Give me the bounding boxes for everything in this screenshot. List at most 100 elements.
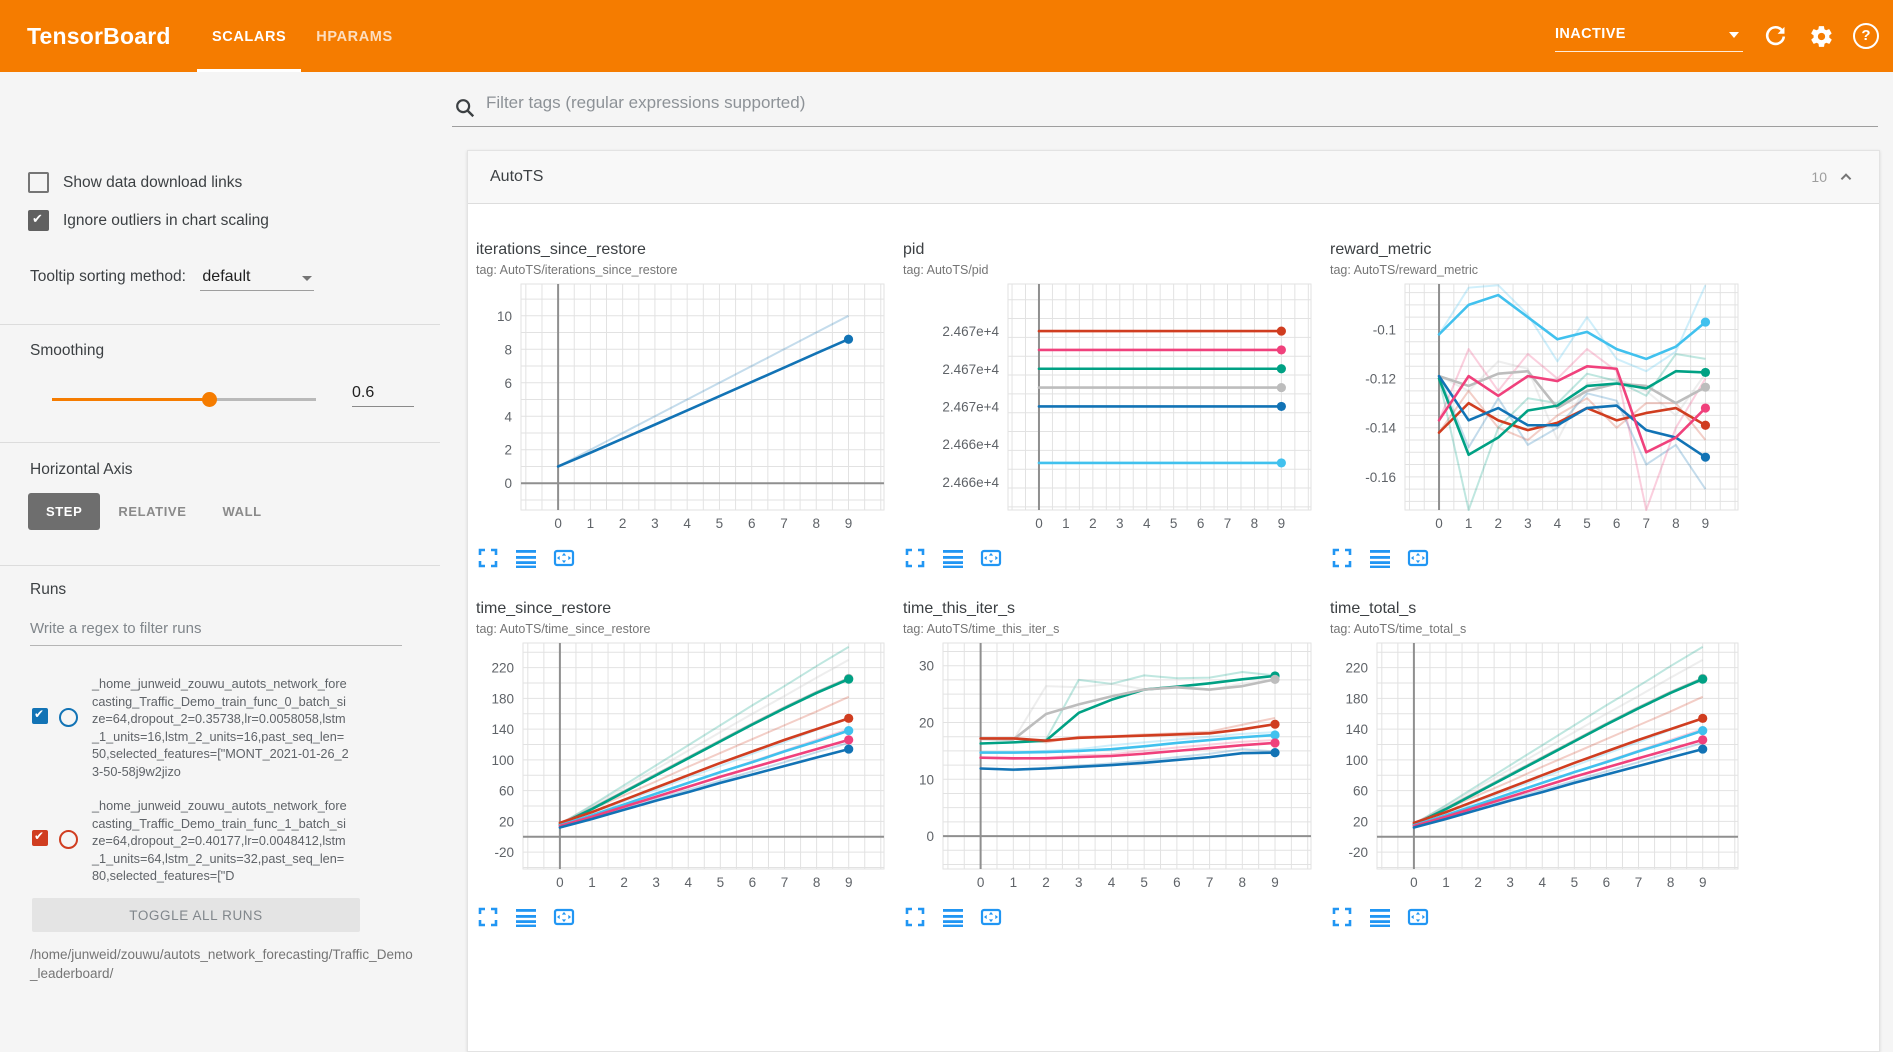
run-checkbox-icon[interactable] xyxy=(32,830,48,846)
tab-hparams[interactable]: HPARAMS xyxy=(301,0,407,72)
run-solo-radio-icon[interactable] xyxy=(59,830,78,849)
tag-filter-input[interactable] xyxy=(484,92,1868,114)
run-checkbox-icon[interactable] xyxy=(32,708,48,724)
chart-title: reward_metric xyxy=(1330,240,1742,260)
chart-toolbar xyxy=(903,905,1315,929)
run-solo-radio-icon[interactable] xyxy=(59,708,78,727)
svg-text:2: 2 xyxy=(1042,875,1050,890)
chart-plot[interactable]: 02468100123456789 xyxy=(476,280,888,538)
runs-filter-input[interactable] xyxy=(30,616,402,646)
checkbox-label: Show data download links xyxy=(63,174,242,192)
fit-domain-icon[interactable] xyxy=(552,546,576,570)
checkbox-icon[interactable] xyxy=(28,210,49,231)
chart-toolbar xyxy=(476,905,888,929)
log-scale-icon[interactable] xyxy=(1368,546,1392,570)
svg-text:4: 4 xyxy=(1143,516,1151,531)
svg-text:1: 1 xyxy=(1465,516,1473,531)
svg-text:8: 8 xyxy=(504,342,512,357)
scalar-chart-card: iterations_since_restore tag: AutoTS/ite… xyxy=(476,240,888,570)
svg-text:5: 5 xyxy=(716,516,724,531)
fit-domain-icon[interactable] xyxy=(979,905,1003,929)
tooltip-sorting-row: Tooltip sorting method: default xyxy=(30,268,314,291)
svg-text:7: 7 xyxy=(780,516,788,531)
tab-scalars[interactable]: SCALARS xyxy=(197,0,301,72)
run-name: _home_junweid_zouwu_autots_network_forec… xyxy=(92,798,350,886)
scalar-chart-card: time_total_s tag: AutoTS/time_total_s -2… xyxy=(1330,599,1742,929)
chart-plot[interactable]: 01020300123456789 xyxy=(903,639,1315,897)
svg-text:10: 10 xyxy=(497,309,512,324)
svg-text:20: 20 xyxy=(919,715,934,730)
log-scale-icon[interactable] xyxy=(514,905,538,929)
status-value: INACTIVE xyxy=(1555,26,1626,42)
chart-toolbar xyxy=(1330,905,1742,929)
chart-plot[interactable]: 2.467e+42.467e+42.467e+42.466e+42.466e+4… xyxy=(903,280,1315,538)
help-icon[interactable]: ? xyxy=(1852,22,1880,50)
reload-icon[interactable] xyxy=(1761,22,1789,50)
svg-text:-20: -20 xyxy=(494,845,514,860)
fit-domain-icon[interactable] xyxy=(1406,546,1430,570)
axis-step-button[interactable]: STEP xyxy=(28,493,100,530)
expand-icon[interactable] xyxy=(476,546,500,570)
svg-text:2.467e+4: 2.467e+4 xyxy=(942,362,999,377)
run-row[interactable]: _home_junweid_zouwu_autots_network_forec… xyxy=(32,676,350,781)
axis-relative-button[interactable]: RELATIVE xyxy=(100,493,204,530)
svg-text:6: 6 xyxy=(1603,875,1611,890)
chart-plot[interactable]: -0.1-0.12-0.14-0.160123456789 xyxy=(1330,280,1742,538)
autots-card-header[interactable]: AutoTS 10 xyxy=(468,151,1879,204)
log-scale-icon[interactable] xyxy=(514,546,538,570)
svg-text:4: 4 xyxy=(685,875,693,890)
settings-gear-icon[interactable] xyxy=(1807,22,1835,50)
status-dropdown[interactable]: INACTIVE xyxy=(1555,21,1743,52)
svg-text:8: 8 xyxy=(1239,875,1247,890)
chevron-up-icon[interactable] xyxy=(1835,166,1857,188)
fit-domain-icon[interactable] xyxy=(1406,905,1430,929)
log-scale-icon[interactable] xyxy=(1368,905,1392,929)
svg-text:100: 100 xyxy=(1345,753,1368,768)
expand-icon[interactable] xyxy=(903,546,927,570)
fit-domain-icon[interactable] xyxy=(552,905,576,929)
svg-text:6: 6 xyxy=(1197,516,1205,531)
svg-text:1: 1 xyxy=(1442,875,1450,890)
chart-tag: tag: AutoTS/iterations_since_restore xyxy=(476,262,888,278)
svg-text:7: 7 xyxy=(1224,516,1232,531)
run-row[interactable]: _home_junweid_zouwu_autots_network_forec… xyxy=(32,798,350,886)
svg-text:100: 100 xyxy=(491,753,514,768)
expand-icon[interactable] xyxy=(903,905,927,929)
svg-text:0: 0 xyxy=(554,516,562,531)
checkbox-icon[interactable] xyxy=(28,172,49,193)
svg-text:4: 4 xyxy=(1539,875,1547,890)
log-scale-icon[interactable] xyxy=(941,905,965,929)
svg-text:9: 9 xyxy=(845,875,853,890)
expand-icon[interactable] xyxy=(1330,905,1354,929)
chart-toolbar xyxy=(476,546,888,570)
smoothing-value[interactable]: 0.6 xyxy=(352,384,414,407)
scalar-chart-card: pid tag: AutoTS/pid 2.467e+42.467e+42.46… xyxy=(903,240,1315,570)
svg-text:2: 2 xyxy=(1089,516,1097,531)
expand-icon[interactable] xyxy=(476,905,500,929)
chart-plot[interactable]: -2020601001401802200123456789 xyxy=(1330,639,1742,897)
show-download-links-checkbox-row[interactable]: Show data download links xyxy=(28,172,242,193)
svg-text:3: 3 xyxy=(652,875,660,890)
fit-domain-icon[interactable] xyxy=(979,546,1003,570)
tooltip-sorting-value: default xyxy=(202,268,250,285)
chart-plot[interactable]: -2020601001401802200123456789 xyxy=(476,639,888,897)
svg-text:9: 9 xyxy=(1699,875,1707,890)
slider-thumb[interactable] xyxy=(202,392,217,407)
svg-text:8: 8 xyxy=(1251,516,1259,531)
ignore-outliers-checkbox-row[interactable]: Ignore outliers in chart scaling xyxy=(28,210,269,231)
smoothing-slider[interactable] xyxy=(52,390,316,408)
svg-text:8: 8 xyxy=(1667,875,1675,890)
chart-title: pid xyxy=(903,240,1315,260)
axis-wall-button[interactable]: WALL xyxy=(204,493,279,530)
svg-text:8: 8 xyxy=(813,875,821,890)
chart-title: time_total_s xyxy=(1330,599,1742,619)
tooltip-sorting-select[interactable]: default xyxy=(200,268,314,291)
svg-text:140: 140 xyxy=(1345,722,1368,737)
svg-text:1: 1 xyxy=(587,516,595,531)
chart-count-badge: 10 xyxy=(1811,169,1827,185)
svg-text:5: 5 xyxy=(1583,516,1591,531)
toggle-all-runs-button[interactable]: TOGGLE ALL RUNS xyxy=(32,898,360,932)
smoothing-label: Smoothing xyxy=(30,342,104,360)
log-scale-icon[interactable] xyxy=(941,546,965,570)
expand-icon[interactable] xyxy=(1330,546,1354,570)
